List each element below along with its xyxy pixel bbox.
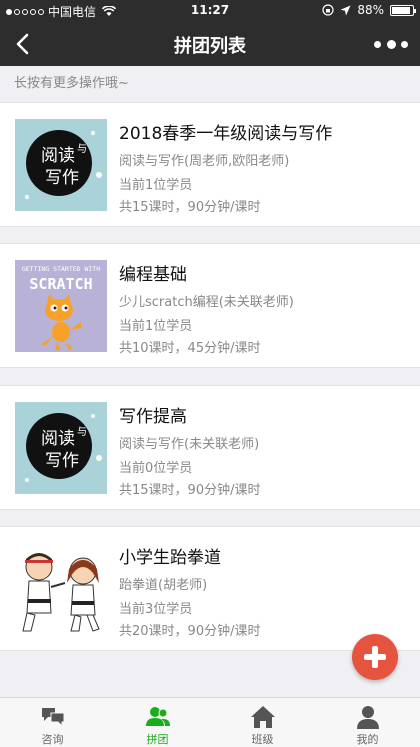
group-course: 少儿scratch编程(未关联老师) — [119, 295, 294, 310]
profile-icon — [356, 706, 379, 729]
lock-rotation-icon — [322, 4, 334, 16]
status-right: 88% — [322, 3, 416, 17]
scratch-cat-icon: GETTING STARTED WITH SCRATCH — [15, 260, 107, 352]
tab-label: 我的 — [356, 733, 379, 746]
chat-icon — [41, 708, 64, 728]
long-press-hint: 长按有更多操作哦~ — [0, 66, 420, 102]
tab-class[interactable]: 班级 — [210, 698, 315, 747]
group-schedule: 共15课时，90分钟/课时 — [119, 200, 261, 215]
group-title: 2018春季一年级阅读与写作 — [119, 124, 333, 144]
more-options-button[interactable] — [374, 34, 408, 54]
svg-text:阅读: 阅读 — [41, 146, 75, 166]
tab-group-buy[interactable]: 拼团 — [105, 698, 210, 747]
group-course: 阅读与写作(周老师,欧阳老师) — [119, 154, 290, 169]
svg-text:阅读: 阅读 — [41, 429, 75, 449]
page-title: 拼团列表 — [174, 36, 246, 57]
taekwondo-kids-icon — [15, 543, 107, 635]
group-schedule: 共15课时，90分钟/课时 — [119, 483, 261, 498]
group-course: 跆拳道(胡老师) — [119, 578, 208, 593]
group-schedule: 共20课时，90分钟/课时 — [119, 624, 261, 639]
group-students: 当前0位学员 — [119, 461, 193, 476]
home-icon — [250, 706, 275, 728]
svg-text:写作: 写作 — [45, 168, 79, 188]
tab-profile[interactable]: 我的 — [315, 698, 420, 747]
location-arrow-icon — [340, 5, 351, 15]
reading-writing-icon: 阅读 与 写作 — [15, 402, 107, 494]
group-card[interactable]: 小学生跆拳道 跆拳道(胡老师) 当前3位学员 共20课时，90分钟/课时 — [0, 526, 420, 651]
tab-label: 咨询 — [41, 733, 64, 746]
more-dots-icon — [374, 40, 381, 48]
group-schedule: 共10课时，45分钟/课时 — [119, 341, 261, 356]
group-course: 阅读与写作(未关联老师) — [119, 437, 260, 452]
svg-text:GETTING STARTED WITH: GETTING STARTED WITH — [22, 265, 100, 273]
group-students: 当前3位学员 — [119, 602, 193, 617]
group-students: 当前1位学员 — [119, 178, 193, 193]
tab-bar: 咨询 拼团 班级 我的 — [0, 697, 420, 747]
tab-consult[interactable]: 咨询 — [0, 698, 105, 747]
svg-text:SCRATCH: SCRATCH — [29, 275, 92, 293]
nav-bar: 拼团列表 — [0, 22, 420, 66]
tab-label: 班级 — [251, 733, 274, 746]
svg-text:写作: 写作 — [45, 451, 79, 471]
group-title: 写作提高 — [119, 407, 187, 427]
group-students: 当前1位学员 — [119, 319, 193, 334]
status-bar: 中国电信 11:27 88% — [0, 0, 420, 22]
svg-text:与: 与 — [77, 143, 87, 155]
tab-label: 拼团 — [146, 733, 169, 746]
battery-icon — [390, 4, 416, 16]
battery-percent: 88% — [357, 3, 384, 17]
group-icon — [145, 707, 170, 726]
group-card[interactable]: 阅读 与 写作 2018春季一年级阅读与写作 阅读与写作(周老师,欧阳老师) 当… — [0, 102, 420, 227]
group-title: 小学生跆拳道 — [119, 548, 221, 568]
reading-writing-icon: 阅读 与 写作 — [15, 119, 107, 211]
add-group-button[interactable] — [352, 634, 398, 680]
svg-text:与: 与 — [77, 426, 87, 438]
group-card[interactable]: GETTING STARTED WITH SCRATCH 编程基础 少儿scra… — [0, 243, 420, 368]
group-title: 编程基础 — [119, 265, 187, 285]
group-card[interactable]: 阅读 与 写作 写作提高 阅读与写作(未关联老师) 当前0位学员 共15课时，9… — [0, 385, 420, 510]
